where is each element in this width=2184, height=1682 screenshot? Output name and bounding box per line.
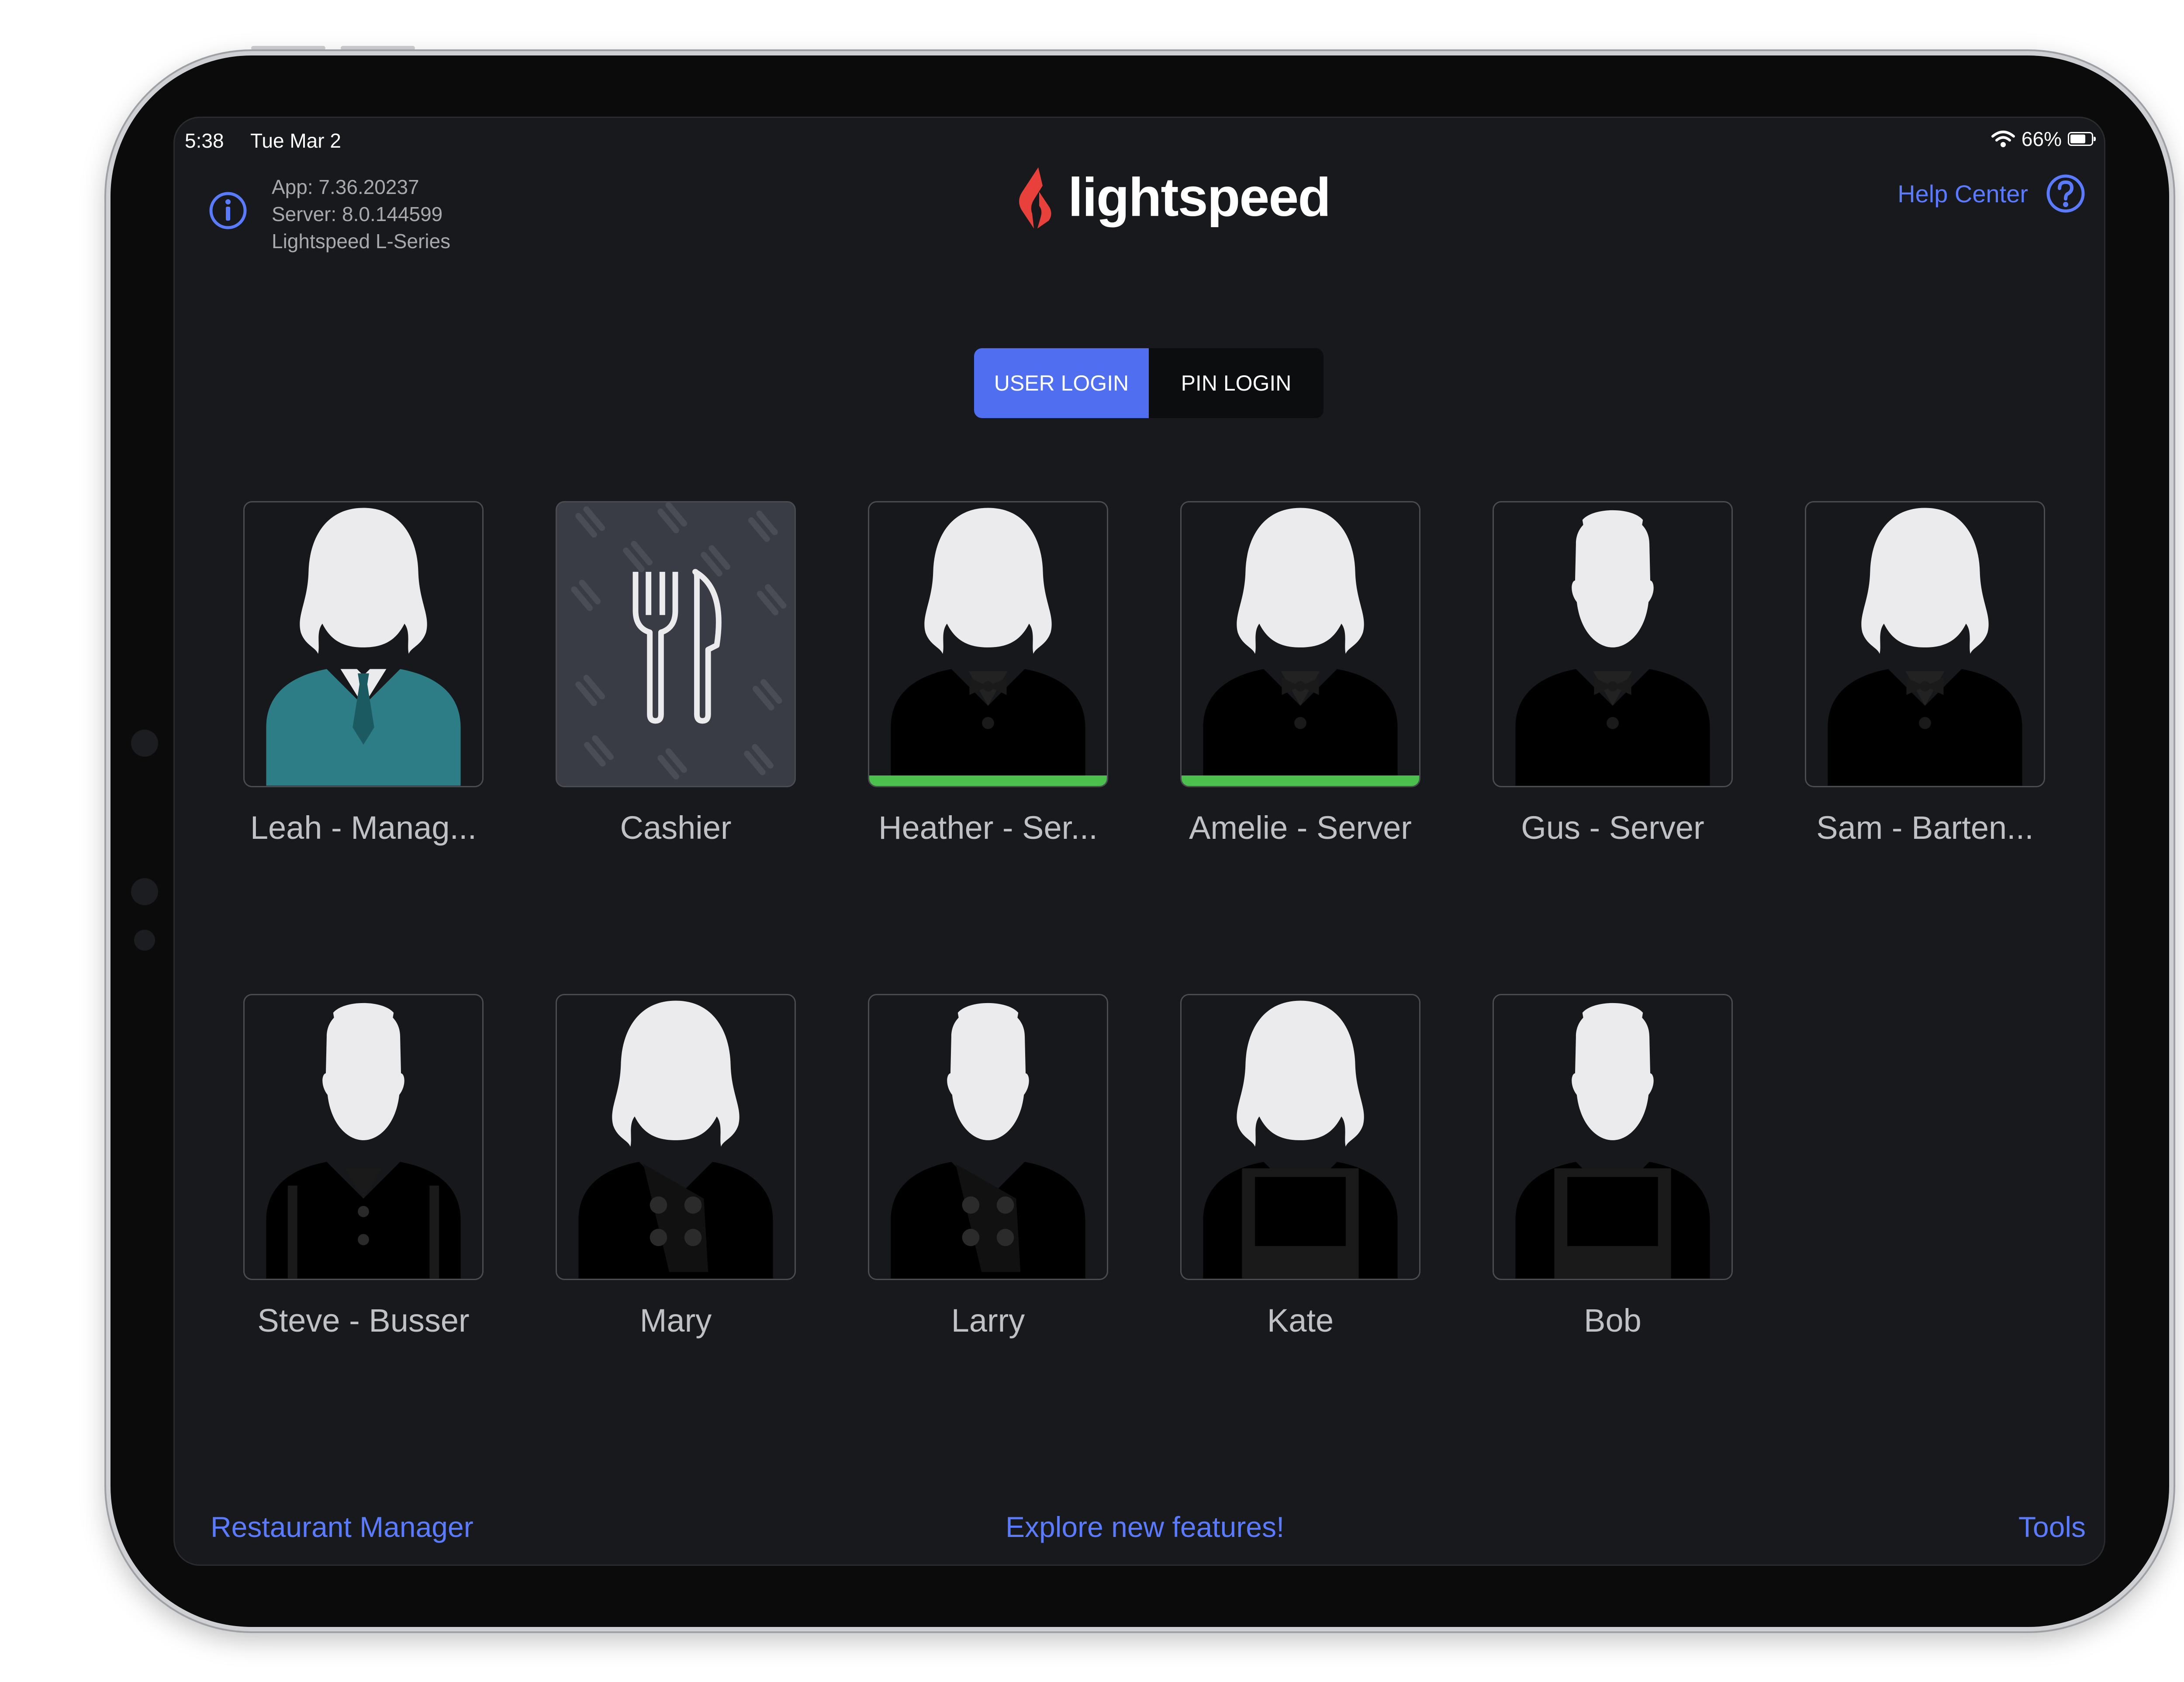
server-version: Server: 8.0.144599 bbox=[272, 203, 443, 225]
user-avatar-card[interactable] bbox=[556, 994, 796, 1280]
user-tile[interactable]: Sam - Barten... bbox=[1805, 501, 2045, 846]
man-apron-avatar bbox=[1515, 1003, 1710, 1279]
user-name: Mary bbox=[639, 1302, 712, 1339]
battery-percent: 66% bbox=[2021, 128, 2062, 150]
user-name: Amelie - Server bbox=[1189, 810, 1412, 846]
user-tile[interactable]: Mary bbox=[556, 994, 796, 1339]
product-name: Lightspeed L-Series bbox=[272, 230, 451, 253]
user-name: Sam - Barten... bbox=[1816, 810, 2034, 846]
explore-features-link[interactable]: Explore new features! bbox=[1006, 1510, 1284, 1544]
info-icon[interactable] bbox=[208, 191, 248, 230]
help-center-link[interactable]: Help Center bbox=[1897, 173, 2086, 214]
side-sensor bbox=[131, 730, 158, 757]
user-avatar-card[interactable] bbox=[1180, 994, 1420, 1280]
user-avatar-card[interactable] bbox=[556, 501, 796, 787]
cutlery-icon bbox=[571, 502, 787, 780]
version-info: App: 7.36.20237 Server: 8.0.144599 Light… bbox=[272, 173, 450, 255]
tools-link[interactable]: Tools bbox=[2018, 1510, 2086, 1544]
flame-icon bbox=[1019, 167, 1051, 228]
user-avatar-card[interactable] bbox=[1493, 994, 1733, 1280]
top-button-2 bbox=[341, 46, 415, 50]
pin-login-tab[interactable]: PIN LOGIN bbox=[1149, 348, 1324, 418]
user-avatar-card[interactable] bbox=[868, 501, 1108, 787]
man-chef-avatar bbox=[891, 1003, 1085, 1279]
top-button-1 bbox=[251, 46, 325, 50]
user-name: Leah - Manag... bbox=[250, 810, 477, 846]
user-tile[interactable]: Leah - Manag... bbox=[243, 501, 484, 846]
user-avatar-card[interactable] bbox=[243, 994, 484, 1280]
question-icon bbox=[2046, 174, 2085, 213]
man-server-avatar bbox=[1515, 510, 1710, 786]
user-name: Larry bbox=[951, 1302, 1025, 1339]
user-tile[interactable]: Steve - Busser bbox=[243, 994, 484, 1339]
user-name: Cashier bbox=[620, 810, 732, 846]
user-tile[interactable]: Bob bbox=[1493, 994, 1733, 1339]
side-sensor bbox=[134, 930, 155, 951]
user-tile[interactable]: Heather - Ser... bbox=[868, 501, 1108, 846]
user-avatar-card[interactable] bbox=[1180, 501, 1420, 787]
status-time: 5:38 bbox=[185, 129, 224, 152]
user-name: Gus - Server bbox=[1521, 810, 1704, 846]
screen: 5:38 Tue Mar 2 66% App: 7.36.20237 Serve… bbox=[173, 117, 2105, 1566]
user-name: Bob bbox=[1584, 1302, 1641, 1339]
woman-server-avatar bbox=[1828, 508, 2022, 786]
user-tile[interactable]: Gus - Server bbox=[1493, 501, 1733, 846]
status-bar: 5:38 Tue Mar 2 66% bbox=[173, 121, 2105, 160]
user-tile[interactable]: Kate bbox=[1180, 994, 1420, 1339]
woman-manager-avatar bbox=[266, 508, 461, 786]
user-avatar-card[interactable] bbox=[243, 501, 484, 787]
brand-name: lightspeed bbox=[1068, 167, 1331, 228]
user-avatar-card[interactable] bbox=[868, 994, 1108, 1280]
user-login-tab[interactable]: USER LOGIN bbox=[974, 348, 1149, 418]
clocked-in-indicator bbox=[869, 775, 1107, 786]
man-busser-avatar bbox=[266, 1003, 461, 1279]
app-version: App: 7.36.20237 bbox=[272, 176, 419, 198]
wifi-icon bbox=[1991, 131, 2015, 147]
status-date: Tue Mar 2 bbox=[250, 129, 341, 152]
user-name: Kate bbox=[1267, 1302, 1334, 1339]
restaurant-manager-link[interactable]: Restaurant Manager bbox=[211, 1510, 473, 1544]
login-mode-toggle: USER LOGIN PIN LOGIN bbox=[974, 348, 1324, 418]
user-name: Heather - Ser... bbox=[878, 810, 1098, 846]
user-tile[interactable]: Larry bbox=[868, 994, 1108, 1339]
woman-server-avatar bbox=[891, 508, 1085, 786]
side-sensor bbox=[131, 878, 158, 905]
status-right: 66% bbox=[1991, 127, 2096, 151]
woman-server-avatar bbox=[1203, 508, 1398, 786]
clocked-in-indicator bbox=[1182, 775, 1419, 786]
user-name: Steve - Busser bbox=[257, 1302, 470, 1339]
help-center-label: Help Center bbox=[1897, 180, 2028, 208]
user-avatar-card[interactable] bbox=[1493, 501, 1733, 787]
user-tile[interactable]: Cashier bbox=[556, 501, 796, 846]
lightspeed-logo: lightspeed bbox=[1012, 165, 1331, 230]
battery-icon bbox=[2068, 132, 2096, 146]
user-avatar-card[interactable] bbox=[1805, 501, 2045, 787]
woman-apron-avatar bbox=[1203, 1000, 1398, 1279]
woman-chef-avatar bbox=[578, 1000, 773, 1279]
user-tile[interactable]: Amelie - Server bbox=[1180, 501, 1420, 846]
